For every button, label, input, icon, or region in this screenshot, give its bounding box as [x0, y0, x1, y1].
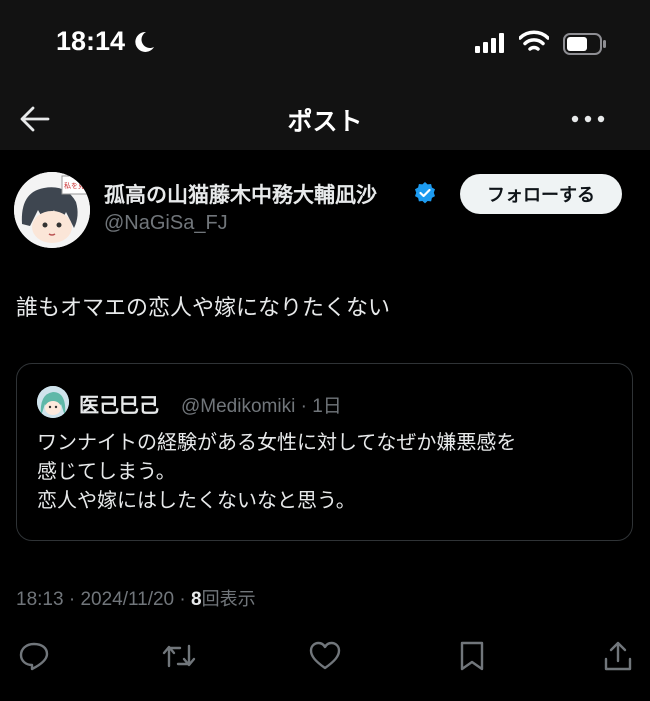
moon-icon	[135, 31, 154, 52]
quote-time: 1日	[312, 396, 342, 417]
bookmark-icon[interactable]	[458, 640, 486, 672]
follow-button[interactable]: フォローする	[460, 174, 622, 214]
wifi-icon	[519, 30, 549, 51]
repost-icon[interactable]	[162, 640, 196, 672]
post-date: 2024/11/20	[80, 589, 175, 610]
reply-icon[interactable]	[18, 640, 50, 672]
navigation-bar: ポスト	[0, 90, 650, 150]
more-options-icon[interactable]	[568, 102, 608, 136]
quote-line: 恋人や嫁にはしたくないなと思う。	[37, 488, 356, 512]
status-time: 18:14	[56, 26, 126, 56]
quote-body: ワンナイトの経験がある女性に対してなぜか嫌悪感を 感じてしまう。 恋人や嫁にはし…	[37, 428, 622, 515]
quote-avatar	[37, 386, 69, 418]
quote-handle: @Medikomiki	[181, 396, 296, 417]
post-metadata: 18:13 · 2024/11/20 · 8回表示	[16, 589, 256, 610]
view-count[interactable]: 8	[191, 589, 202, 610]
quote-line: ワンナイトの経験がある女性に対してなぜか嫌悪感を	[37, 430, 517, 454]
author-avatar-image: 私を見てくれ	[14, 172, 90, 248]
avatar-caption-text: 私を見てくれ	[64, 181, 90, 190]
quoted-post[interactable]: 医己巳己 @Medikomiki · 1日 ワンナイトの経験がある女性に対してな…	[16, 363, 633, 541]
view-label: 回表示	[201, 589, 256, 610]
post-text: 誰もオマエの恋人や嫁になりたくない	[16, 296, 391, 321]
status-bar: 18:14	[0, 0, 650, 90]
author-avatar[interactable]: 私を見てくれ	[14, 172, 90, 248]
cellular-signal-icon	[475, 33, 504, 53]
share-icon[interactable]	[603, 640, 633, 672]
quote-line: 感じてしまう。	[37, 459, 176, 483]
like-icon[interactable]	[309, 640, 341, 672]
page-title: ポスト	[287, 107, 363, 136]
post-time: 18:13	[16, 589, 64, 610]
quote-meta: @Medikomiki · 1日	[181, 396, 342, 417]
verified-badge-icon	[415, 182, 435, 204]
author-handle[interactable]: @NaGiSa_FJ	[104, 212, 228, 235]
quote-display-name: 医己巳己	[79, 393, 159, 417]
battery-icon	[563, 33, 606, 55]
author-display-name[interactable]: 孤高の山猫藤木中務大輔凪沙	[104, 179, 377, 209]
